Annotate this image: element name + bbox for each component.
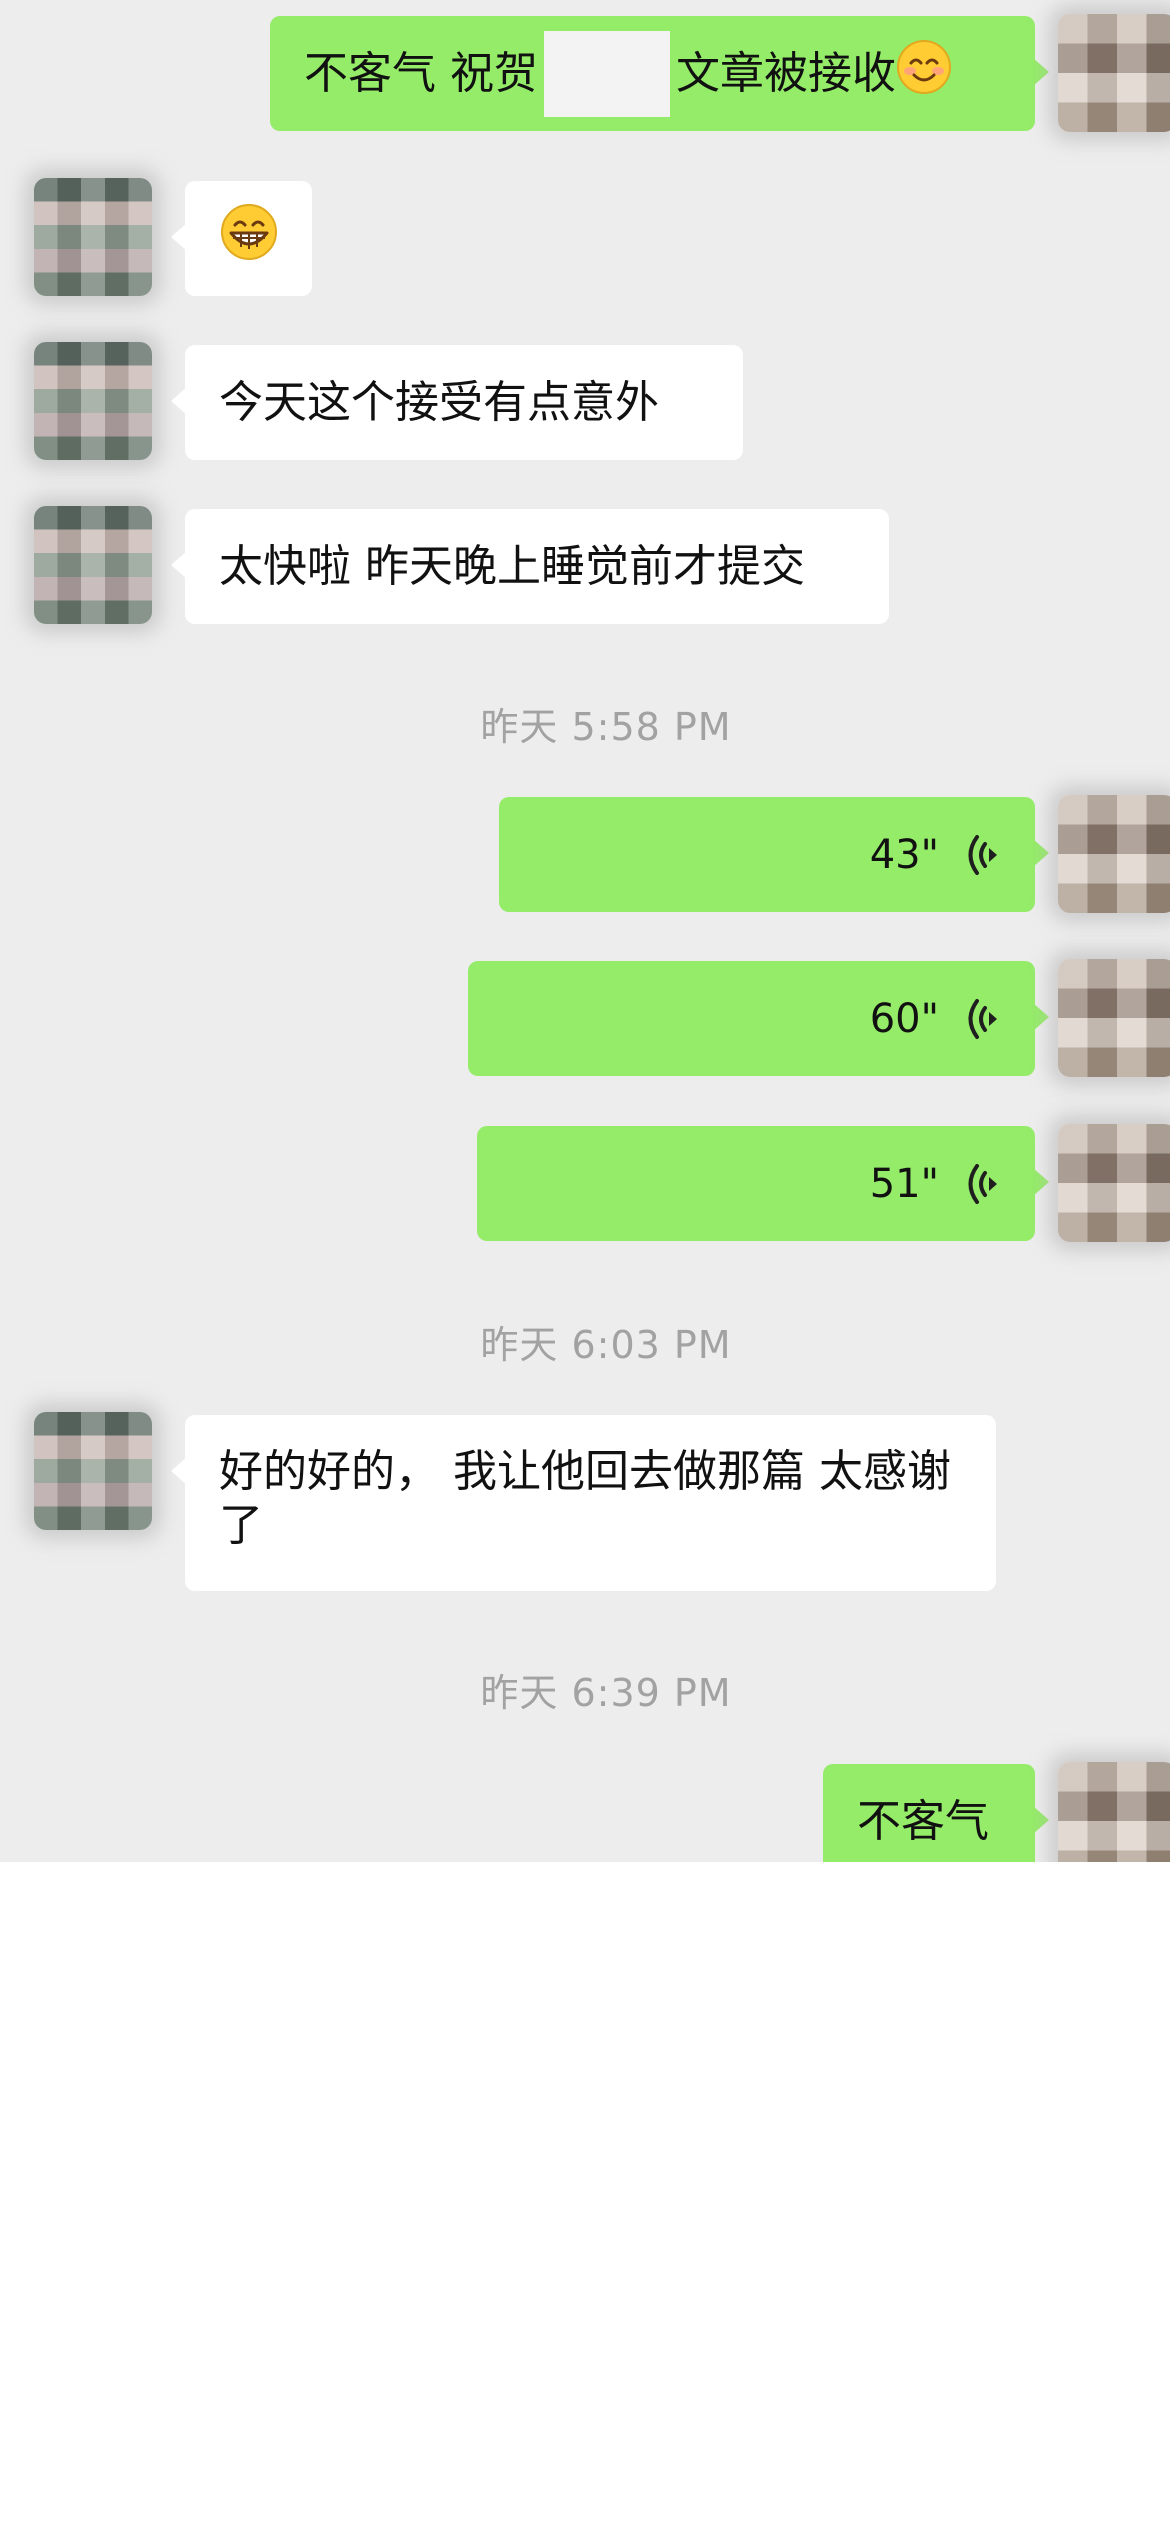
avatar-contact[interactable] bbox=[34, 506, 152, 624]
chat-area[interactable]: 不客气 祝贺 文章被接收 今天这个接受有点意外 太快啦 昨天晚上睡觉前才提交 昨… bbox=[0, 0, 1170, 1862]
voice-wave-icon bbox=[961, 832, 1001, 878]
avatar-self[interactable] bbox=[1058, 1762, 1170, 1862]
smiling-face-icon bbox=[896, 39, 952, 108]
avatar-self[interactable] bbox=[1058, 795, 1170, 913]
voice-wave-icon bbox=[961, 1161, 1001, 1207]
voice-message-bubble[interactable]: 51" bbox=[477, 1126, 1049, 1241]
redacted-name bbox=[544, 30, 670, 117]
message-text: 不客气 bbox=[857, 1795, 989, 1847]
message-text: 不客气 祝贺 bbox=[304, 47, 538, 99]
avatar-self[interactable] bbox=[1058, 14, 1170, 132]
message-bubble-incoming[interactable] bbox=[171, 181, 312, 296]
grinning-face-icon bbox=[220, 203, 278, 274]
message-bubble-outgoing[interactable]: 不客气 祝贺 文章被接收 bbox=[270, 16, 1049, 131]
voice-duration: 43" bbox=[869, 831, 939, 878]
message-bubble-incoming[interactable]: 太快啦 昨天晚上睡觉前才提交 bbox=[171, 509, 889, 624]
message-text: 太快啦 昨天晚上睡觉前才提交 bbox=[219, 540, 805, 592]
avatar-contact[interactable] bbox=[34, 178, 152, 296]
voice-message-bubble[interactable]: 60" bbox=[468, 961, 1049, 1076]
voice-duration: 51" bbox=[869, 1160, 939, 1207]
timestamp: 昨天 6:39 PM bbox=[480, 1671, 732, 1715]
timestamp: 昨天 6:03 PM bbox=[480, 1323, 732, 1367]
message-bubble-incoming[interactable]: 今天这个接受有点意外 bbox=[171, 345, 743, 460]
avatar-contact[interactable] bbox=[34, 1412, 152, 1530]
message-text: 今天这个接受有点意外 bbox=[219, 376, 659, 428]
voice-message-bubble[interactable]: 43" bbox=[499, 797, 1049, 912]
avatar-contact[interactable] bbox=[34, 342, 152, 460]
avatar-self[interactable] bbox=[1058, 1124, 1170, 1242]
voice-duration: 60" bbox=[869, 995, 939, 1042]
message-text: 文章被接收 bbox=[676, 47, 896, 99]
message-bubble-incoming[interactable]: 好的好的， 我让他回去做那篇 太感谢了 bbox=[171, 1415, 996, 1591]
timestamp: 昨天 5:58 PM bbox=[480, 705, 732, 749]
blank-area bbox=[0, 1862, 1170, 2532]
avatar-self[interactable] bbox=[1058, 959, 1170, 1077]
voice-wave-icon bbox=[961, 996, 1001, 1042]
message-bubble-outgoing[interactable]: 不客气 bbox=[823, 1764, 1049, 1862]
message-text: 好的好的， 我让他回去做那篇 太感谢了 bbox=[219, 1446, 951, 1551]
